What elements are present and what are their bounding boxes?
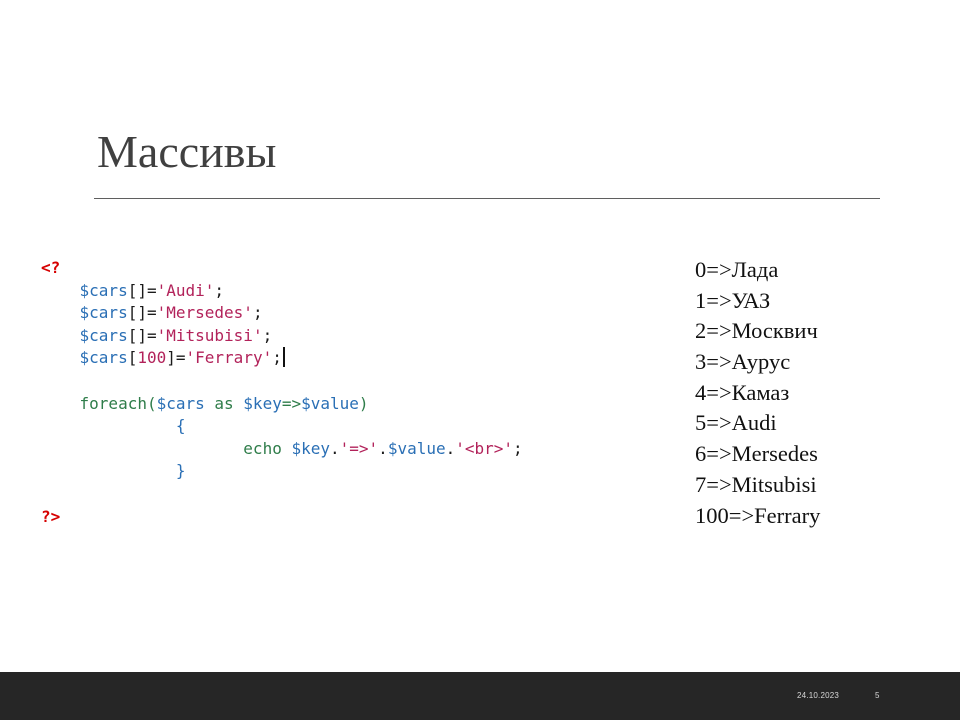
code-string: 'Audi' [156,280,215,300]
code-variable: $key [291,438,330,458]
code-variable: $cars [79,303,128,323]
code-bracket: ]= [166,348,186,368]
php-close-tag: ?> [41,506,61,526]
code-variable: $value [387,438,446,458]
output-list: 0=>Лада 1=>УАЗ 2=>Москвич 3=>Аурус 4=>Ка… [695,255,820,531]
output-row: 2=>Москвич [695,318,818,344]
code-variable: $key [243,393,282,413]
code-line-brace-close: } [41,460,523,483]
page-number: 5 [875,691,880,700]
output-row: 100=>Ferrary [695,502,821,528]
code-bracket: [ [127,348,138,368]
php-open-tag: <? [41,258,61,277]
code-keyword: echo [243,438,292,458]
output-row: 6=>Mersedes [695,441,818,467]
output-row: 5=>Audi [695,410,777,436]
code-semicolon: ; [272,348,282,368]
code-semicolon: ; [513,438,523,458]
code-variable: $cars [79,280,128,300]
code-bracket: []= [127,325,157,345]
code-brace: } [175,461,186,481]
code-line: $cars[]='Mitsubisi'; [41,325,523,348]
code-line-brace-open: { [41,415,523,438]
code-dot: . [445,438,456,458]
code-dot: . [378,438,388,458]
code-line-echo: echo $key.'=>'.$value.'<br>'; [41,438,523,461]
code-block: <? $cars[]='Audi'; $cars[]='Mersedes'; $… [41,257,523,528]
slide-footer: 24.10.2023 5 [0,672,960,720]
text-cursor [282,347,285,368]
code-paren: ) [358,393,369,413]
code-variable: $cars [156,393,205,413]
footer-date: 24.10.2023 [797,691,840,700]
code-line-open-tag: <? [41,257,523,280]
code-brace: { [175,416,186,436]
output-row: 7=>Mitsubisi [695,471,817,497]
code-line-foreach: foreach($cars as $key=>$value) [41,393,523,416]
code-string: '<br>' [455,438,514,458]
code-variable: $value [301,393,359,413]
code-number: 100 [137,348,167,368]
output-row: 3=>Аурус [695,349,791,375]
code-semicolon: ; [252,303,263,323]
code-string: '=>' [339,438,379,458]
code-keyword: as [204,393,244,413]
code-variable: $cars [79,348,128,368]
code-line: $cars[]='Audi'; [41,280,523,303]
code-line: $cars[100]='Ferrary'; [41,347,523,370]
code-line-close-tag: ?> [41,506,523,529]
code-line: $cars[]='Mersedes'; [41,302,523,325]
code-string: 'Mersedes' [156,303,253,323]
code-semicolon: ; [214,280,225,300]
code-string: 'Ferrary' [185,348,273,368]
code-semicolon: ; [262,325,273,345]
code-keyword: foreach( [79,393,157,413]
output-row: 1=>УАЗ [695,287,771,313]
slide-title: Массивы [97,126,277,177]
code-dot: . [330,438,340,458]
code-arrow: => [281,393,302,413]
output-row: 4=>Камаз [695,379,790,405]
code-bracket: []= [127,280,157,300]
code-bracket: []= [127,303,157,323]
code-variable: $cars [79,325,128,345]
code-string: 'Mitsubisi' [156,325,263,345]
output-row: 0=>Лада [695,257,779,282]
title-divider [94,198,880,199]
